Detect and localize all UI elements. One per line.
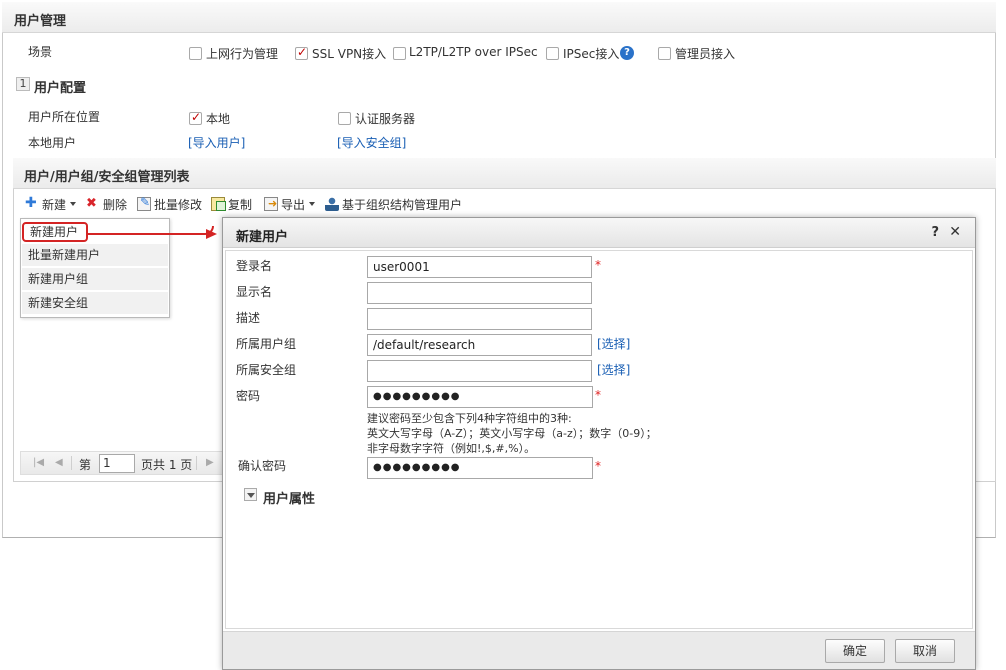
confirm-password-label: 确认密码 xyxy=(238,459,287,473)
scene-checkbox-admin[interactable] xyxy=(658,47,671,60)
dialog-help-icon[interactable]: ? xyxy=(931,225,939,240)
login-name-input[interactable]: user0001 xyxy=(367,256,592,278)
display-name-label: 显示名 xyxy=(236,285,273,299)
import-security-group-link[interactable]: [导入安全组] xyxy=(337,134,406,151)
new-user-dialog: 新建用户 ? ✕ xyxy=(222,217,976,670)
scene-checkbox-ssl-vpn[interactable] xyxy=(295,45,308,60)
delete-icon xyxy=(86,196,100,211)
menu-item-new-security-group[interactable]: 新建安全组 xyxy=(22,292,168,315)
confirm-password-input[interactable]: ●●●●●●●●● xyxy=(367,457,593,479)
scene-checkbox-ipsec[interactable] xyxy=(546,47,559,60)
user-group-input[interactable]: /default/research xyxy=(367,334,592,356)
user-attributes-title[interactable]: 用户属性 xyxy=(263,488,315,507)
page-header: 用户管理 xyxy=(2,2,996,33)
prev-page-icon[interactable]: ◀ xyxy=(55,457,63,468)
pager-page-prefix: 第 xyxy=(79,458,92,472)
required-mark: * xyxy=(595,388,601,402)
batch-edit-button-label: 批量修改 xyxy=(154,197,203,212)
next-page-icon[interactable]: ▶ xyxy=(206,457,214,468)
page-number-input[interactable]: 1 xyxy=(99,454,135,473)
security-group-select-link[interactable]: [选择] xyxy=(597,361,630,378)
chevron-down-icon xyxy=(70,202,77,206)
location-option-local[interactable]: 本地 xyxy=(206,110,230,127)
required-mark: * xyxy=(595,459,601,473)
location-checkbox-auth-server[interactable] xyxy=(338,112,351,125)
user-group-select-link[interactable]: [选择] xyxy=(597,335,630,352)
security-group-input[interactable] xyxy=(367,360,592,382)
scene-option-ipsec[interactable]: IPSec接入 xyxy=(563,45,619,62)
dialog-header: 新建用户 ? ✕ xyxy=(223,218,975,248)
password-hint-line-2: 英文大写字母（A-Z）；英文小写字母（a-z）；数字（0-9）； xyxy=(367,427,657,440)
location-option-auth-server[interactable]: 认证服务器 xyxy=(355,110,415,127)
ok-button[interactable]: 确定 xyxy=(825,639,885,663)
scene-checkbox-l2tp[interactable] xyxy=(393,47,406,60)
scene-label: 场景 xyxy=(28,45,53,59)
password-hint-line-1: 建议密码至少包含下列4种字符组中的3种: xyxy=(367,412,572,425)
description-label: 描述 xyxy=(236,311,261,325)
user-config-title: 用户配置 xyxy=(34,81,87,96)
pager-page-total: 页共 1 页 xyxy=(141,458,193,472)
security-group-label: 所属安全组 xyxy=(236,363,297,377)
annotation-arrow-line xyxy=(86,226,214,235)
user-attributes-expander[interactable] xyxy=(244,488,257,501)
new-button-label: 新建 xyxy=(42,197,67,212)
copy-button-label: 复制 xyxy=(228,197,253,212)
chevron-down-icon xyxy=(309,202,316,206)
scene-option-web-behavior[interactable]: 上网行为管理 xyxy=(206,45,278,62)
new-button[interactable]: 新建 xyxy=(25,195,77,212)
pager: |◀ ◀ 第 1 页共 1 页 ▶ xyxy=(20,451,225,475)
list-panel-header: 用户/用户组/安全组管理列表 xyxy=(13,158,996,189)
scene-option-admin[interactable]: 管理员接入 xyxy=(675,45,735,62)
password-hint-line-3: 非字母数字字符（例如!,$,#,%）。 xyxy=(367,442,536,455)
plus-icon xyxy=(25,195,39,211)
menu-item-new-user[interactable]: 新建用户 xyxy=(22,222,88,242)
cancel-button[interactable]: 取消 xyxy=(895,639,955,663)
menu-item-batch-new-user[interactable]: 批量新建用户 xyxy=(22,244,168,267)
annotation-arrow-head xyxy=(206,229,217,239)
delete-button[interactable]: 删除 xyxy=(86,196,127,212)
first-page-icon[interactable]: |◀ xyxy=(33,457,44,468)
scene-option-l2tp[interactable]: L2TP/L2TP over IPSec xyxy=(409,45,538,59)
user-location-label: 用户所在位置 xyxy=(28,110,101,124)
batch-edit-button[interactable]: 批量修改 xyxy=(137,195,203,212)
login-name-label: 登录名 xyxy=(236,259,273,273)
org-structure-manage-label: 基于组织结构管理用户 xyxy=(342,197,463,212)
org-users-icon xyxy=(325,197,339,211)
password-input[interactable]: ●●●●●●●●● xyxy=(367,386,593,408)
export-button[interactable]: 导出 xyxy=(264,196,316,212)
pager-separator xyxy=(71,456,72,470)
org-structure-manage-button[interactable]: 基于组织结构管理用户 xyxy=(325,196,462,212)
scene-checkbox-web-behavior[interactable] xyxy=(189,47,202,60)
section-number: 1 xyxy=(16,77,30,91)
menu-item-new-user-group[interactable]: 新建用户组 xyxy=(22,268,168,291)
display-name-input[interactable] xyxy=(367,282,592,304)
required-mark: * xyxy=(595,258,601,272)
delete-button-label: 删除 xyxy=(103,197,128,212)
location-checkbox-local[interactable] xyxy=(189,110,202,125)
pager-separator xyxy=(196,456,197,470)
list-panel-title: 用户/用户组/安全组管理列表 xyxy=(24,170,190,185)
local-user-label: 本地用户 xyxy=(28,136,77,150)
export-icon xyxy=(264,197,278,211)
copy-button[interactable]: 复制 xyxy=(211,196,252,212)
dialog-close-icon[interactable]: ✕ xyxy=(949,224,961,240)
password-label: 密码 xyxy=(236,389,261,403)
dialog-title: 新建用户 xyxy=(236,230,289,245)
edit-icon xyxy=(137,195,151,211)
description-input[interactable] xyxy=(367,308,592,330)
page-title: 用户管理 xyxy=(14,14,67,29)
export-button-label: 导出 xyxy=(281,197,306,212)
import-users-link[interactable]: [导入用户] xyxy=(188,134,245,151)
copy-icon xyxy=(211,197,226,211)
user-group-label: 所属用户组 xyxy=(236,337,297,351)
help-icon[interactable]: ? xyxy=(620,46,634,60)
scene-option-ssl-vpn[interactable]: SSL VPN接入 xyxy=(312,45,386,62)
